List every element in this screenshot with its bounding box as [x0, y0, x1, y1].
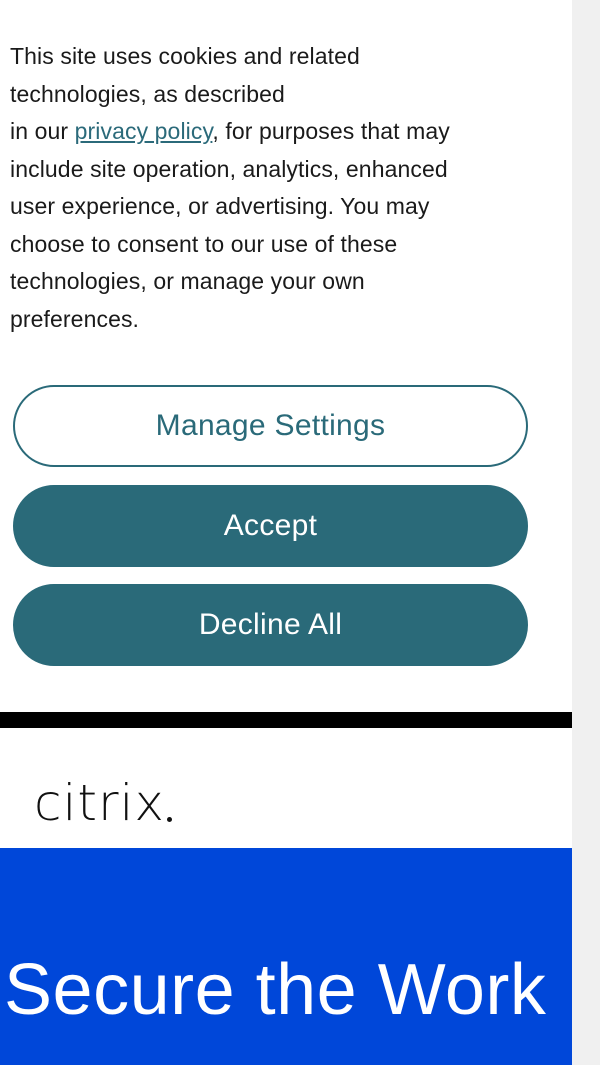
hero-section: Secure the Work: [0, 848, 572, 1065]
hero-title: Secure the Work: [4, 950, 547, 1030]
cookie-text-line: choose to consent to our use of these: [10, 230, 398, 257]
decline-all-button[interactable]: Decline All: [13, 584, 528, 666]
cookie-text-prefix: in our: [10, 118, 75, 144]
scrollbar-track[interactable]: [572, 0, 600, 1065]
logo-dot-icon: [167, 817, 173, 822]
manage-settings-button[interactable]: Manage Settings: [13, 385, 528, 467]
cookie-text-suffix: , for purposes that may: [212, 118, 450, 144]
cookie-text-line: This site uses cookies and related: [10, 43, 360, 69]
cookie-text-line: preferences.: [10, 305, 140, 332]
privacy-policy-link[interactable]: privacy policy: [75, 118, 213, 144]
banner-divider: [0, 712, 572, 728]
cookie-consent-banner: This site uses cookies and related techn…: [0, 0, 572, 712]
cookie-notice-text: This site uses cookies and related techn…: [10, 38, 540, 338]
site-header: citrix: [0, 728, 572, 848]
cookie-text-line: technologies, or manage your own: [10, 268, 365, 294]
logo-text: citrix: [34, 774, 166, 832]
cookie-text-line: include site operation, analytics, enhan…: [10, 155, 448, 182]
citrix-logo-icon[interactable]: citrix: [34, 748, 173, 832]
cookie-text-line: technologies, as described: [10, 80, 285, 107]
cookie-text-line: in our privacy policy, for purposes that…: [10, 113, 540, 151]
cookie-text-line: user experience, or advertising. You may: [10, 193, 430, 219]
accept-button[interactable]: Accept: [13, 485, 528, 567]
page: This site uses cookies and related techn…: [0, 0, 572, 1065]
